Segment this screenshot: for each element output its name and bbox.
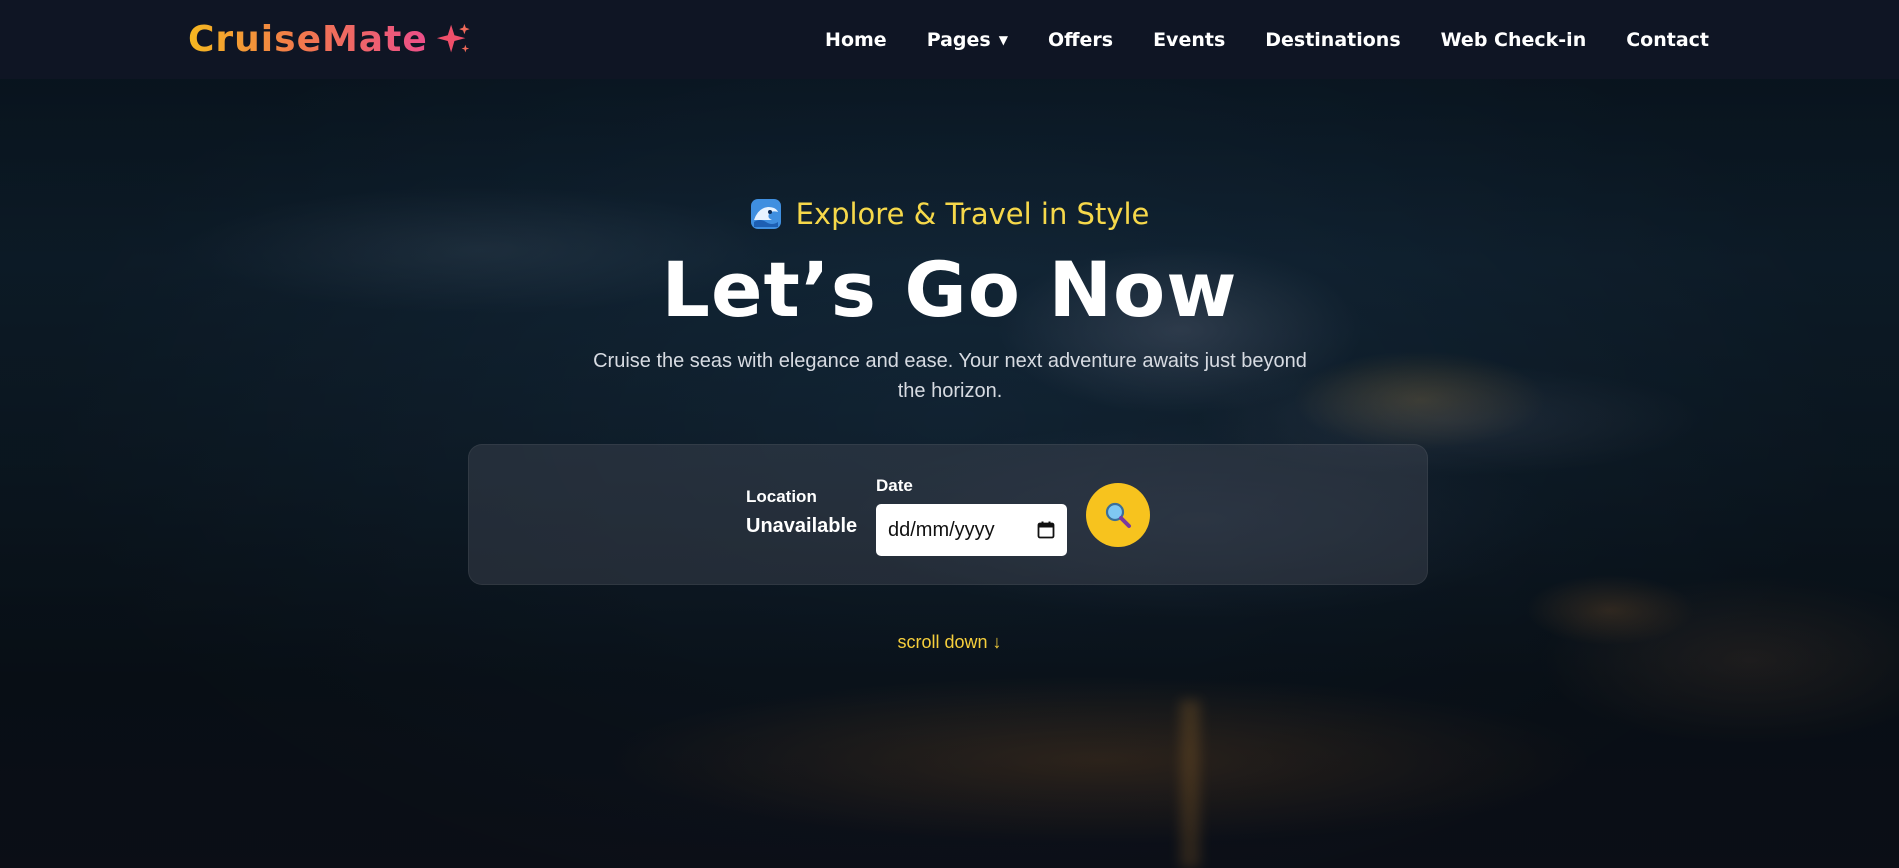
search-button[interactable] xyxy=(1086,483,1150,547)
hero-tagline: Explore & Travel in Style xyxy=(0,197,1899,231)
nav-offers-label: Offers xyxy=(1047,28,1114,51)
scroll-down-hint[interactable]: scroll down ↓ xyxy=(0,632,1899,653)
magnifier-icon xyxy=(1105,502,1131,528)
nav-web-check-in-label: Web Check-in xyxy=(1440,28,1587,51)
nav-events-label: Events xyxy=(1153,28,1226,51)
main-nav: Home Pages ▼ Offers Events Destinations … xyxy=(825,29,1709,51)
location-label: Location xyxy=(746,487,817,506)
calendar-icon[interactable] xyxy=(1037,521,1055,539)
hero-section: Explore & Travel in Style Let’s Go Now C… xyxy=(0,79,1899,868)
nav-contact[interactable]: Contact xyxy=(1626,29,1709,51)
nav-home[interactable]: Home xyxy=(825,29,887,51)
hero-title: Let’s Go Now xyxy=(661,245,1238,334)
nav-home-label: Home xyxy=(825,28,887,51)
nav-contact-label: Contact xyxy=(1626,28,1709,51)
nav-pages-dropdown[interactable]: Pages ▼ xyxy=(927,29,1008,51)
date-field: Date dd/mm/yyyy xyxy=(876,476,1067,556)
nav-offers[interactable]: Offers xyxy=(1048,29,1113,51)
nav-destinations[interactable]: Destinations xyxy=(1265,29,1400,51)
booking-search-panel: Location Unavailable Date dd/mm/yyyy xyxy=(468,444,1428,585)
location-value: Unavailable xyxy=(746,515,858,537)
top-navbar: CruiseMate Home Pages ▼ Offers Events De… xyxy=(0,0,1899,79)
nav-web-check-in[interactable]: Web Check-in xyxy=(1441,29,1587,51)
nav-destinations-label: Destinations xyxy=(1265,28,1401,51)
hero-subtitle: Cruise the seas with elegance and ease. … xyxy=(593,350,1307,402)
tagline-text: Explore & Travel in Style xyxy=(795,197,1150,231)
brand-name: CruiseMate xyxy=(188,19,428,60)
caret-down-icon: ▼ xyxy=(998,32,1008,47)
nav-pages-label: Pages xyxy=(926,28,991,51)
date-input[interactable]: dd/mm/yyyy xyxy=(876,504,1067,556)
brand-logo[interactable]: CruiseMate xyxy=(188,19,472,60)
nav-events[interactable]: Events xyxy=(1153,29,1225,51)
wave-icon xyxy=(750,199,781,229)
date-label: Date xyxy=(876,476,913,495)
sparkle-icon xyxy=(436,23,470,52)
location-field[interactable]: Location Unavailable xyxy=(746,487,857,538)
date-placeholder: dd/mm/yyyy xyxy=(888,518,995,541)
